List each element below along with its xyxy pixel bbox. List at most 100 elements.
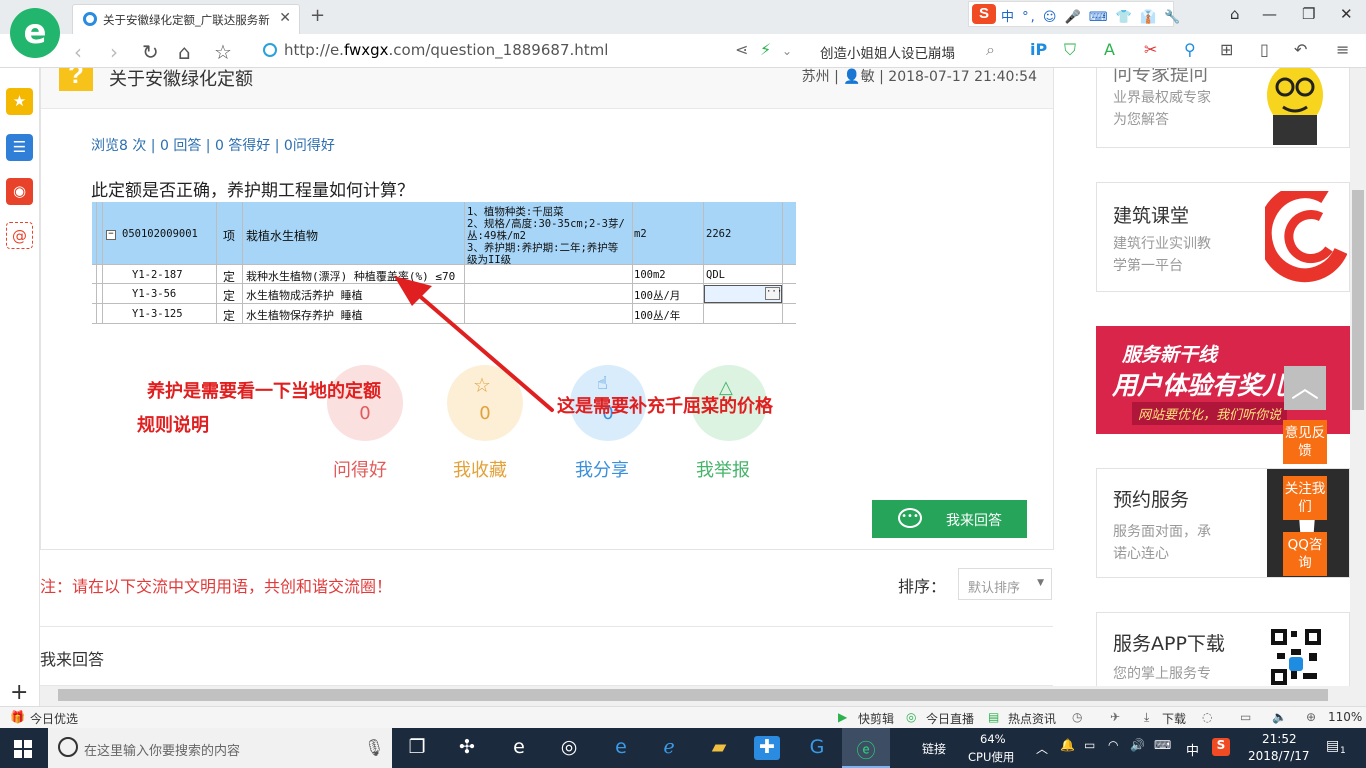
favorite-star-button[interactable]: ☆: [214, 40, 232, 64]
row-code: Y1-3-56: [132, 288, 177, 300]
fan-app-icon[interactable]: ✣: [454, 736, 480, 760]
clock-time[interactable]: 21:52: [1262, 732, 1297, 746]
quick-edit-link[interactable]: 快剪辑: [858, 710, 894, 727]
ask-good-label[interactable]: 问得好: [333, 456, 387, 482]
swirl-app-icon[interactable]: ◎: [556, 736, 582, 760]
edge-app-icon[interactable]: e: [608, 736, 634, 760]
skin-icon[interactable]: ⌂: [1230, 5, 1240, 23]
forward-button[interactable]: ›: [110, 40, 118, 64]
ime-options[interactable]: 中 °, ☺ 🎤 ⌨ 👕 👔 🔧: [1001, 6, 1183, 25]
expert-sub1: 业界最权威专家: [1113, 90, 1211, 106]
annotation-left-line2: 规则说明: [137, 415, 209, 436]
news-icon: ▤: [988, 710, 1000, 724]
apps-icon[interactable]: ⊞: [1220, 40, 1233, 59]
magnifier-icon[interactable]: ⚲: [1184, 40, 1196, 59]
answer-button[interactable]: ••• 我来回答: [872, 500, 1027, 538]
hot-news-link[interactable]: 热点资讯: [1008, 710, 1056, 727]
expert-card[interactable]: 问专家提问 业界最权威专家 为您解答: [1096, 68, 1350, 148]
tray-link-label[interactable]: 链接: [922, 740, 946, 757]
annotation-left-line1: 养护是需要看一下当地的定额: [147, 381, 381, 402]
microphone-icon[interactable]: 🎙: [364, 738, 384, 757]
course-sub1: 建筑行业实训教: [1113, 236, 1211, 252]
email-icon[interactable]: @: [6, 222, 33, 249]
news-list-icon[interactable]: ☰: [6, 134, 33, 161]
qq-consult-button[interactable]: QQ咨询: [1283, 532, 1327, 576]
favorites-star-icon[interactable]: ★: [6, 88, 33, 115]
download-icon: ⤓: [1144, 710, 1150, 724]
browser-tab[interactable]: 关于安徽绿化定额_广联达服务新 ✕: [72, 4, 300, 34]
language-indicator[interactable]: 中: [1186, 740, 1199, 759]
glodon-app-icon[interactable]: ✚: [754, 736, 780, 760]
ime-toolbar[interactable]: S 中 °, ☺ 🎤 ⌨ 👕 👔 🔧: [968, 1, 1181, 27]
translate-icon[interactable]: A: [1104, 40, 1115, 59]
report-label[interactable]: 我举报: [696, 456, 750, 482]
speed-icon[interactable]: ⚡: [760, 40, 771, 59]
course-card[interactable]: 建筑课堂 建筑行业实训教 学第一平台: [1096, 182, 1350, 292]
sogou-tray-icon[interactable]: S: [1212, 738, 1230, 756]
internet-explorer-icon[interactable]: ℯ: [656, 736, 682, 760]
refresh-button[interactable]: ↻: [142, 40, 159, 64]
shield-icon[interactable]: ⛉: [1064, 40, 1076, 60]
vertical-scroll-thumb[interactable]: [1352, 190, 1364, 410]
wifi-icon[interactable]: ◠: [1108, 738, 1118, 752]
close-window-button[interactable]: ✕: [1340, 5, 1353, 23]
plugin-icon[interactable]: iP: [1030, 40, 1047, 59]
app-download-card[interactable]: 服务APP下载 您的掌上服务专: [1096, 612, 1350, 686]
notify-bell-icon[interactable]: 🔔: [1060, 738, 1075, 752]
maximize-button[interactable]: ❐: [1302, 5, 1315, 23]
browser-task-icon[interactable]: ⓔ: [853, 736, 879, 762]
task-view-icon[interactable]: ❐: [404, 736, 430, 760]
undo-icon[interactable]: ↶: [1294, 40, 1307, 59]
action-center-icon[interactable]: ▤: [1326, 738, 1339, 754]
keyboard-icon[interactable]: ⌨: [1154, 738, 1171, 752]
window-icon[interactable]: ▭: [1240, 710, 1251, 724]
follow-us-button[interactable]: 关注我们: [1283, 476, 1327, 520]
back-to-top-button[interactable]: ︿: [1284, 366, 1326, 410]
sidebar-add-button[interactable]: +: [10, 680, 28, 705]
header-qty: 2262: [706, 228, 732, 240]
favorite-label[interactable]: 我收藏: [453, 456, 507, 482]
weibo-icon[interactable]: ◉: [6, 178, 33, 205]
minimize-button[interactable]: —: [1262, 5, 1277, 23]
battery-icon[interactable]: ▭: [1084, 738, 1095, 752]
cortana-icon[interactable]: [58, 737, 78, 757]
sogou-ime-icon[interactable]: S: [972, 4, 996, 24]
gift-icon: 🎁: [10, 710, 25, 724]
sort-select[interactable]: 默认排序 ▼: [958, 568, 1052, 600]
home-button[interactable]: ⌂: [178, 40, 191, 64]
search-suggestion-input[interactable]: 创造小姐姐人设已崩塌: [820, 42, 955, 62]
screenshot-icon[interactable]: ✂: [1144, 40, 1157, 59]
back-button[interactable]: ‹: [74, 40, 82, 64]
secure-site-icon: [263, 43, 277, 57]
banner-line2: 用户体验有奖儿研: [1112, 372, 1313, 400]
phone-icon[interactable]: ▯: [1260, 40, 1269, 59]
menu-icon[interactable]: ≡: [1336, 40, 1349, 59]
volume-icon[interactable]: 🔊: [1130, 738, 1145, 752]
file-explorer-icon[interactable]: ▰: [706, 736, 732, 760]
g-app-icon[interactable]: G: [804, 736, 830, 760]
pin-icon[interactable]: ✈: [1110, 710, 1120, 724]
zoom-level[interactable]: 110%: [1328, 710, 1362, 724]
ie-app-icon[interactable]: e: [506, 736, 532, 760]
tray-expand-icon[interactable]: ︿: [1036, 740, 1048, 757]
qr-code-icon: [1269, 627, 1323, 686]
dropdown-chevron-icon[interactable]: ⌄: [782, 44, 792, 58]
clean-icon[interactable]: ◌: [1202, 710, 1212, 724]
collapse-icon: −: [106, 230, 116, 240]
speed-dial-icon[interactable]: ◷: [1072, 710, 1082, 724]
clock-date[interactable]: 2018/7/17: [1248, 749, 1310, 763]
tab-close-button[interactable]: ✕: [279, 10, 291, 26]
sound-icon[interactable]: 🔈: [1272, 710, 1287, 724]
live-link[interactable]: 今日直播: [926, 710, 974, 727]
share-label[interactable]: 我分享: [575, 456, 629, 482]
question-stats[interactable]: 浏览8 次 | 0 回答 | 0 答得好 | 0问得好: [91, 135, 335, 155]
browser-logo-icon[interactable]: e: [10, 8, 60, 58]
share-icon[interactable]: ⋖: [735, 40, 748, 59]
horizontal-scroll-thumb[interactable]: [58, 689, 1328, 701]
download-link[interactable]: 下载: [1162, 710, 1186, 727]
search-icon[interactable]: ⌕: [986, 40, 995, 60]
url-input[interactable]: http://e.fwxgx.com/question_1889687.html: [284, 41, 608, 59]
new-tab-button[interactable]: +: [310, 5, 325, 26]
feedback-button[interactable]: 意见反馈: [1283, 420, 1327, 464]
today-picks-link[interactable]: 今日优选: [30, 710, 78, 727]
